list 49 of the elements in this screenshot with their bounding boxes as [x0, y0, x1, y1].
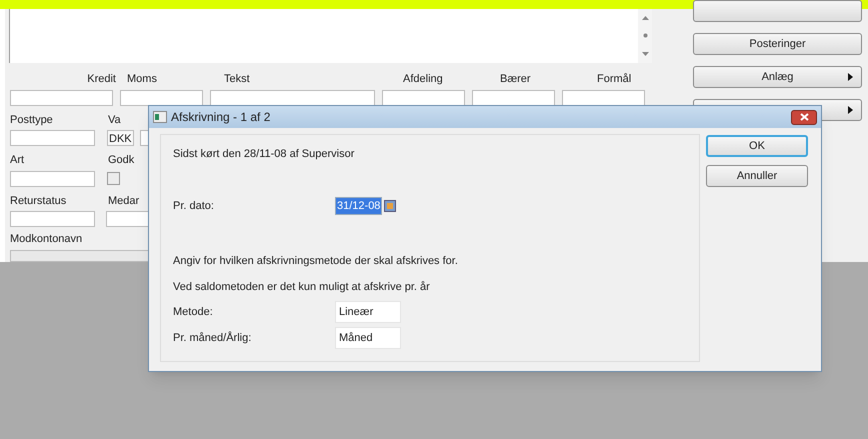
dialog-button[interactable]: Annuller: [706, 165, 808, 187]
input-field[interactable]: Måned: [335, 327, 401, 349]
column-label: Moms: [127, 72, 158, 87]
scroll-down-icon[interactable]: [642, 52, 648, 56]
field-label: Metode:: [173, 304, 214, 320]
window-icon: [153, 111, 167, 123]
input-field[interactable]: [10, 130, 95, 146]
column-label: Kredit: [86, 72, 117, 87]
scroll-up-icon[interactable]: [642, 16, 648, 20]
side-button[interactable]: Anlæg: [693, 66, 862, 88]
info-text: Angiv for hvilken afskrivningsmetode der skal afskrives for.: [173, 254, 459, 269]
column-label: Formål: [597, 72, 632, 87]
column-label: Tekst: [224, 72, 251, 87]
field-label: Modkontonavn: [10, 232, 84, 247]
input-field[interactable]: [10, 90, 113, 106]
dialog-button[interactable]: OK: [706, 135, 808, 157]
input-field[interactable]: [382, 90, 465, 106]
input-field[interactable]: [10, 170, 95, 186]
close-button[interactable]: [791, 110, 817, 124]
currency-field[interactable]: DKK: [107, 130, 134, 146]
input-field[interactable]: Lineær: [335, 301, 401, 323]
input-field[interactable]: [210, 90, 375, 106]
field-label: Medar: [108, 194, 140, 208]
info-text: Ved saldometoden er det kun muligt at afskrive pr. år: [173, 280, 431, 294]
scrollbar[interactable]: [638, 9, 652, 63]
checkbox[interactable]: [107, 172, 120, 185]
field-label: Art: [10, 153, 26, 168]
field-label: Pr. dato:: [173, 198, 215, 214]
submenu-arrow-icon: [848, 73, 853, 81]
side-button[interactable]: [693, 0, 862, 22]
date-field[interactable]: 31/12-08: [335, 196, 382, 215]
status-text: Sidst kørt den 28/11-08 af Supervisor: [173, 147, 356, 162]
window-title: Afskrivning - 1 af 2: [171, 109, 272, 126]
input-field[interactable]: [120, 90, 203, 106]
calendar-icon[interactable]: [384, 200, 396, 212]
field-label: Pr. måned/Årlig:: [173, 330, 252, 346]
input-field[interactable]: [472, 90, 555, 106]
field-label: Posttype: [10, 112, 54, 128]
column-label: Afdeling: [403, 72, 444, 87]
submenu-arrow-icon: [848, 106, 853, 114]
input-field[interactable]: [10, 211, 95, 227]
side-button[interactable]: Posteringer: [693, 33, 862, 55]
field-label: Va: [108, 112, 121, 128]
field-label: Returstatus: [10, 194, 68, 208]
scroll-thumb-icon[interactable]: [642, 33, 648, 38]
close-icon: [800, 113, 808, 121]
field-label: Godk: [108, 153, 134, 168]
input-field[interactable]: [562, 90, 645, 106]
column-label: Bærer: [500, 72, 532, 87]
